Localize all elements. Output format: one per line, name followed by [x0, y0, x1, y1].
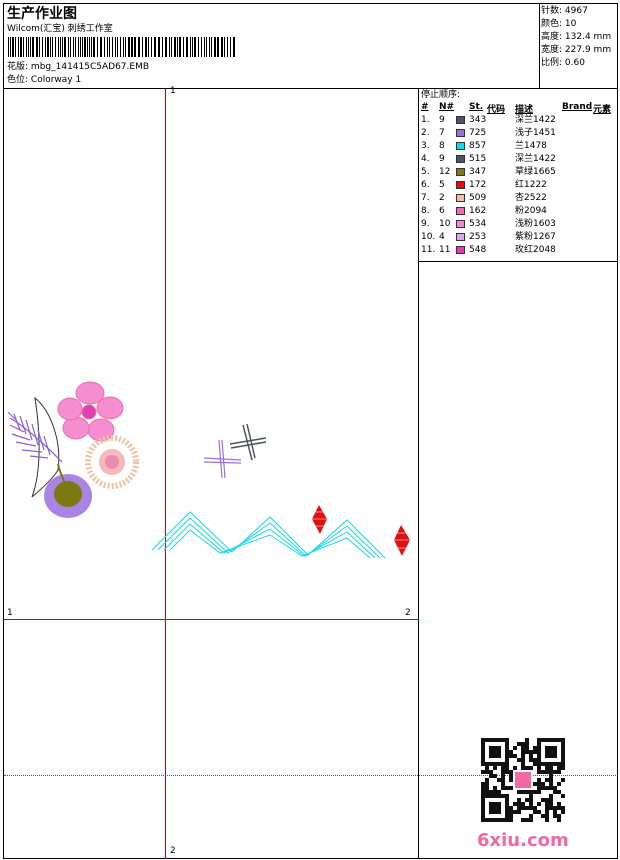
color-swatch [456, 168, 465, 176]
row-n: 8 [439, 141, 445, 151]
row-num: 4. [421, 154, 430, 164]
legend-row: 3. 8 857 兰1478 [421, 140, 617, 153]
row-code: 162 [469, 206, 487, 216]
legend-row: 2. 7 725 浅子1451 [421, 127, 617, 140]
legend-row: 11. 11 548 玫红2048 [421, 244, 617, 257]
row-n: 2 [439, 193, 445, 203]
col-n: N# [439, 102, 455, 112]
color-swatch [456, 194, 465, 202]
legend-row: 1. 9 343 深兰1422 [421, 114, 617, 127]
row-desc: 浅粉1603 [515, 219, 556, 229]
col-brand: Brand [562, 102, 593, 112]
row-code: 857 [469, 141, 487, 151]
row-code: 347 [469, 167, 487, 177]
legend-row: 10. 4 253 紫粉1267 [421, 231, 617, 244]
marker-bottom: 2 [170, 846, 176, 856]
stat-stitches: 针数: 4967 [541, 6, 588, 16]
row-n: 10 [439, 219, 451, 229]
row-num: 1. [421, 115, 430, 125]
row-n: 9 [439, 154, 445, 164]
row-desc: 玫红2048 [515, 245, 556, 255]
row-n: 7 [439, 128, 445, 138]
legend-row: 9. 10 534 浅粉1603 [421, 218, 617, 231]
row-code: 172 [469, 180, 487, 190]
cyan-mountains [151, 511, 386, 559]
row-num: 11. [421, 245, 436, 255]
color-swatch [456, 233, 465, 241]
row-desc: 红1222 [515, 180, 547, 190]
purple-cross [203, 439, 242, 479]
row-code: 534 [469, 219, 487, 229]
row-n: 6 [439, 206, 445, 216]
row-code: 548 [469, 245, 487, 255]
row-num: 10. [421, 232, 436, 242]
row-num: 9. [421, 219, 430, 229]
peach-flower [85, 435, 139, 489]
red-diamond-2 [394, 525, 410, 556]
row-desc: 兰1478 [515, 141, 547, 151]
row-num: 6. [421, 180, 430, 190]
row-num: 3. [421, 141, 430, 151]
row-code: 343 [469, 115, 487, 125]
legend-row: 8. 6 162 粉2094 [421, 205, 617, 218]
color-swatch [456, 246, 465, 254]
color-swatch [456, 181, 465, 189]
purple-leaf [7, 411, 63, 463]
row-num: 8. [421, 206, 430, 216]
row-desc: 杏2522 [515, 193, 547, 203]
color-swatch [456, 116, 465, 124]
dark-cross [229, 423, 267, 461]
color-swatch [456, 142, 465, 150]
row-code: 515 [469, 154, 487, 164]
red-diamond-1 [312, 505, 327, 534]
stats-list: 针数: 4967 颜色: 10 高度: 132.4 mm 宽度: 227.9 m… [541, 5, 619, 70]
color-swatch [456, 155, 465, 163]
watermark-text: 6xiu.com [477, 830, 569, 851]
col-st: St. [469, 102, 484, 112]
legend-header: # N# St. 代码 描述 Brand 元素 [421, 102, 617, 115]
color-swatch [456, 207, 465, 215]
stat-scale: 比例: 0.60 [541, 58, 585, 68]
row-desc: 草绿1665 [515, 167, 556, 177]
row-n: 5 [439, 180, 445, 190]
row-code: 509 [469, 193, 487, 203]
color-swatch [456, 129, 465, 137]
row-desc: 粉2094 [515, 206, 547, 216]
row-desc: 浅子1451 [515, 128, 556, 138]
row-num: 5. [421, 167, 430, 177]
pink-flower [57, 381, 124, 442]
legend-row: 5. 12 347 草绿1665 [421, 166, 617, 179]
legend-row: 7. 2 509 杏2522 [421, 192, 617, 205]
row-num: 7. [421, 193, 430, 203]
qr-code-image [481, 738, 565, 822]
olive-flower [44, 463, 92, 518]
row-num: 2. [421, 128, 430, 138]
stat-height: 高度: 132.4 mm [541, 32, 612, 42]
row-desc: 深兰1422 [515, 115, 556, 125]
legend-row: 4. 9 515 深兰1422 [421, 153, 617, 166]
legend-row: 6. 5 172 红1222 [421, 179, 617, 192]
stat-width: 宽度: 227.9 mm [541, 45, 612, 55]
embroidery-design [7, 381, 410, 559]
row-desc: 深兰1422 [515, 154, 556, 164]
row-code: 253 [469, 232, 487, 242]
row-n: 12 [439, 167, 451, 177]
row-n: 11 [439, 245, 451, 255]
row-n: 9 [439, 115, 445, 125]
color-swatch [456, 220, 465, 228]
row-n: 4 [439, 232, 445, 242]
col-num: # [421, 102, 429, 112]
row-desc: 紫粉1267 [515, 232, 556, 242]
stat-colors: 颜色: 10 [541, 19, 577, 29]
legend-title: 停止顺序: [421, 90, 461, 100]
row-code: 725 [469, 128, 487, 138]
